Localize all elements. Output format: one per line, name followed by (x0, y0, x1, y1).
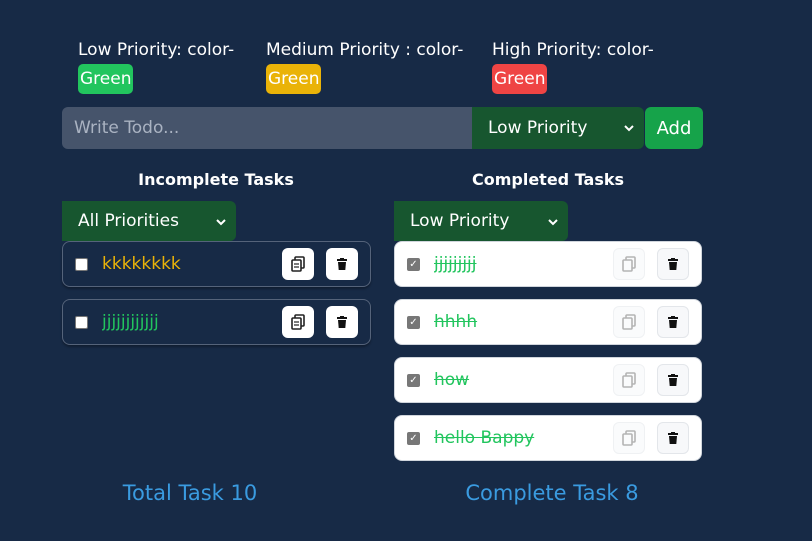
copy-button[interactable] (613, 422, 645, 454)
copy-icon (291, 256, 305, 272)
chevron-down-icon (548, 211, 558, 231)
legend-low: Low Priority: color- Green (78, 36, 234, 94)
priority-select[interactable]: Low Priority (472, 107, 644, 149)
task-text: hello Bappy (434, 428, 535, 448)
copy-button[interactable] (613, 306, 645, 338)
trash-icon (668, 374, 678, 386)
completed-task-row: ✓ hhhh (394, 299, 702, 345)
delete-button[interactable] (657, 248, 689, 280)
copy-button[interactable] (613, 364, 645, 396)
copy-icon (622, 256, 636, 272)
completed-filter-value: Low Priority (410, 211, 510, 231)
legend-high: High Priority: color- Green (492, 36, 654, 94)
chevron-down-icon (624, 121, 634, 135)
task-checkbox-checked[interactable]: ✓ (407, 431, 420, 445)
legend-medium-label: Medium Priority : color- (266, 40, 464, 60)
task-checkbox-checked[interactable]: ✓ (407, 257, 420, 271)
incomplete-title: Incomplete Tasks (138, 170, 294, 189)
copy-icon (622, 372, 636, 388)
incomplete-task-row: jjjjjjjjjjjj (62, 299, 371, 345)
delete-button[interactable] (657, 306, 689, 338)
task-checkbox-checked[interactable]: ✓ (407, 373, 420, 387)
copy-button[interactable] (282, 248, 314, 280)
completed-task-row: ✓ how (394, 357, 702, 403)
copy-button[interactable] (282, 306, 314, 338)
trash-icon (337, 258, 347, 270)
legend-low-label: Low Priority: color- (78, 40, 235, 60)
task-text: hhhh (434, 312, 478, 332)
trash-icon (668, 316, 678, 328)
completed-task-row: ✓ hello Bappy (394, 415, 702, 461)
incomplete-task-row: kkkkkkkk (62, 241, 371, 287)
total-task-count: Total Task 10 (122, 481, 258, 505)
delete-button[interactable] (326, 306, 358, 338)
copy-icon (291, 314, 305, 330)
task-text: jjjjjjjjjjjj (102, 312, 159, 332)
copy-icon (622, 430, 636, 446)
trash-icon (668, 432, 678, 444)
complete-task-count: Complete Task 8 (465, 481, 639, 505)
task-checkbox-checked[interactable]: ✓ (407, 315, 420, 329)
legend-medium-swatch: Green (266, 64, 322, 94)
task-text: jjjjjjjjj (434, 254, 477, 274)
trash-icon (337, 316, 347, 328)
trash-icon (668, 258, 678, 270)
add-button[interactable]: Add (645, 107, 703, 149)
task-text: how (434, 370, 470, 390)
delete-button[interactable] (657, 364, 689, 396)
legend-high-swatch: Green (492, 64, 548, 94)
copy-icon (622, 314, 636, 330)
legend-low-swatch: Green (78, 64, 134, 94)
task-checkbox[interactable] (75, 257, 88, 271)
completed-task-row: ✓ jjjjjjjjj (394, 241, 702, 287)
task-checkbox[interactable] (75, 315, 88, 329)
priority-select-value: Low Priority (488, 118, 588, 138)
delete-button[interactable] (657, 422, 689, 454)
todo-input[interactable] (62, 107, 472, 149)
completed-filter-select[interactable]: Low Priority (394, 201, 568, 241)
legend-medium: Medium Priority : color- Green (266, 36, 463, 94)
completed-title: Completed Tasks (471, 170, 625, 189)
incomplete-filter-select[interactable]: All Priorities (62, 201, 236, 241)
chevron-down-icon (216, 211, 226, 231)
incomplete-filter-value: All Priorities (78, 211, 179, 231)
legend-high-label: High Priority: color- (492, 40, 654, 60)
task-text: kkkkkkkk (102, 254, 181, 274)
delete-button[interactable] (326, 248, 358, 280)
copy-button[interactable] (613, 248, 645, 280)
